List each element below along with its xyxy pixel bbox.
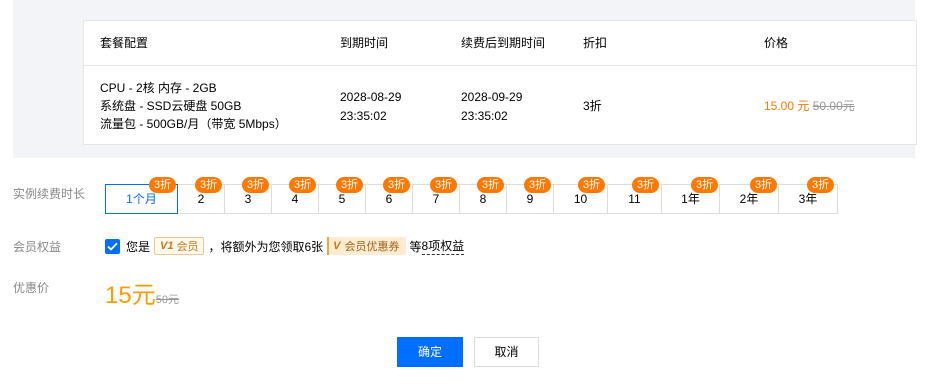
duration-label: 实例续费时长 bbox=[13, 187, 86, 201]
discount-badge: 3折 bbox=[149, 177, 177, 193]
promo-price: 15元50元 bbox=[105, 275, 179, 310]
discount-badge: 3折 bbox=[691, 177, 719, 193]
duration-option-label: 1个月 bbox=[126, 192, 157, 206]
duration-option-10[interactable]: 3折 10 bbox=[553, 177, 608, 214]
duration-option-3[interactable]: 3折 3 bbox=[224, 177, 272, 214]
table-row: CPU - 2核 内存 - 2GB 系统盘 - SSD云硬盘 50GB 流量包 … bbox=[84, 66, 916, 146]
discount-badge: 3折 bbox=[289, 177, 317, 193]
header-spec: 套餐配置 bbox=[100, 36, 149, 50]
cell-spec: CPU - 2核 内存 - 2GB 系统盘 - SSD云硬盘 50GB 流量包 … bbox=[100, 79, 287, 133]
duration-option-3-year[interactable]: 3折 3年 bbox=[778, 177, 838, 214]
confirm-button[interactable]: 确定 bbox=[397, 337, 463, 367]
v1-member-tag: V1 会员 bbox=[154, 237, 205, 255]
discount-badge: 3折 bbox=[750, 177, 778, 193]
coupon-text: 会员优惠券 bbox=[344, 241, 400, 253]
discount-badge: 3折 bbox=[578, 177, 606, 193]
cancel-button[interactable]: 取消 bbox=[474, 337, 539, 367]
member-label: 会员权益 bbox=[13, 240, 62, 254]
member-text-prefix: 您是 bbox=[126, 239, 151, 254]
promo-price-original: 50元 bbox=[155, 294, 179, 306]
cell-price: 15.00 元 50.00元 bbox=[764, 97, 855, 115]
duration-option-label: 5 bbox=[338, 192, 346, 206]
discount-badge: 3折 bbox=[430, 177, 458, 193]
duration-option-label: 9 bbox=[526, 192, 534, 206]
duration-option-label: 10 bbox=[573, 192, 588, 206]
price-current: 15.00 元 bbox=[764, 99, 810, 113]
duration-option-label: 3 bbox=[244, 192, 252, 206]
renew-time: 23:35:02 bbox=[461, 109, 508, 123]
duration-option-1-year[interactable]: 3折 1年 bbox=[661, 177, 720, 214]
member-text-suffix: 等 bbox=[409, 239, 422, 254]
promo-label: 优惠价 bbox=[13, 281, 50, 295]
expire-time: 23:35:02 bbox=[340, 109, 387, 123]
duration-option-9[interactable]: 3折 9 bbox=[506, 177, 554, 214]
cell-renew-expire: 2028-09-29 23:35:02 bbox=[461, 88, 522, 126]
header-discount: 折扣 bbox=[583, 36, 608, 50]
duration-option-8[interactable]: 3折 8 bbox=[459, 177, 507, 214]
promo-price-current: 15元 bbox=[105, 282, 156, 309]
duration-option-label: 11 bbox=[628, 192, 641, 206]
header-renew-expire: 续费后到期时间 bbox=[461, 36, 546, 50]
member-coupon-tag: V 会员优惠券 bbox=[327, 237, 406, 255]
duration-option-label: 8 bbox=[479, 192, 487, 206]
spec-cpu-memory: CPU - 2核 内存 - 2GB bbox=[100, 81, 217, 95]
discount-badge: 3折 bbox=[336, 177, 364, 193]
duration-option-label: 6 bbox=[385, 192, 393, 206]
renewal-table-panel: 套餐配置 到期时间 续费后到期时间 折扣 价格 CPU - 2核 内存 - 2G… bbox=[13, 0, 917, 158]
v1-member-text: 会员 bbox=[176, 241, 199, 253]
duration-option-1-month[interactable]: 3折 1个月 bbox=[105, 177, 178, 214]
discount-badge: 3折 bbox=[383, 177, 411, 193]
duration-option-label: 2 bbox=[197, 192, 205, 206]
member-benefit-row: 您是 V1 会员 ，将额外为您领取6张 V 会员优惠券 等 8项权益 bbox=[105, 236, 465, 256]
header-price: 价格 bbox=[764, 36, 789, 50]
renewal-table: 套餐配置 到期时间 续费后到期时间 折扣 价格 CPU - 2核 内存 - 2G… bbox=[83, 20, 917, 145]
duration-option-4[interactable]: 3折 4 bbox=[271, 177, 319, 214]
member-text-middle: ，将额外为您领取6张 bbox=[208, 239, 324, 254]
header-expire: 到期时间 bbox=[340, 36, 389, 50]
duration-option-2-year[interactable]: 3折 2年 bbox=[719, 177, 779, 214]
discount-badge: 3折 bbox=[242, 177, 270, 193]
cell-discount: 3折 bbox=[583, 99, 602, 113]
duration-option-11[interactable]: 3折 11 bbox=[607, 177, 662, 214]
duration-option-7[interactable]: 3折 7 bbox=[412, 177, 460, 214]
duration-option-label: 4 bbox=[291, 192, 299, 206]
duration-option-label: 3年 bbox=[798, 192, 818, 206]
duration-option-label: 7 bbox=[432, 192, 440, 206]
cell-expire: 2028-08-29 23:35:02 bbox=[340, 88, 401, 126]
check-icon bbox=[107, 242, 118, 251]
discount-badge: 3折 bbox=[195, 177, 223, 193]
table-header: 套餐配置 到期时间 续费后到期时间 折扣 价格 bbox=[84, 21, 916, 66]
rights-link[interactable]: 8项权益 bbox=[421, 237, 465, 255]
v1-badge-icon: V1 bbox=[160, 240, 174, 252]
duration-option-label: 1年 bbox=[681, 192, 700, 206]
spec-traffic: 流量包 - 500GB/月（带宽 5Mbps） bbox=[100, 117, 287, 131]
duration-option-2[interactable]: 3折 2 bbox=[177, 177, 225, 214]
duration-option-5[interactable]: 3折 5 bbox=[318, 177, 366, 214]
v-coupon-icon: V bbox=[333, 240, 341, 252]
discount-badge: 3折 bbox=[477, 177, 505, 193]
duration-selector: 3折 1个月 3折 2 3折 3 3折 4 3折 5 3折 6 3折 7 3折 … bbox=[105, 177, 838, 214]
expire-date: 2028-08-29 bbox=[340, 90, 402, 104]
discount-badge: 3折 bbox=[807, 177, 835, 193]
duration-option-label: 2年 bbox=[739, 192, 759, 206]
renew-date: 2028-09-29 bbox=[461, 90, 523, 104]
duration-option-6[interactable]: 3折 6 bbox=[365, 177, 413, 214]
spec-disk: 系统盘 - SSD云硬盘 50GB bbox=[100, 99, 242, 113]
discount-badge: 3折 bbox=[632, 177, 660, 193]
discount-badge: 3折 bbox=[524, 177, 552, 193]
member-checkbox[interactable] bbox=[105, 238, 120, 254]
price-original: 50.00元 bbox=[812, 99, 855, 113]
